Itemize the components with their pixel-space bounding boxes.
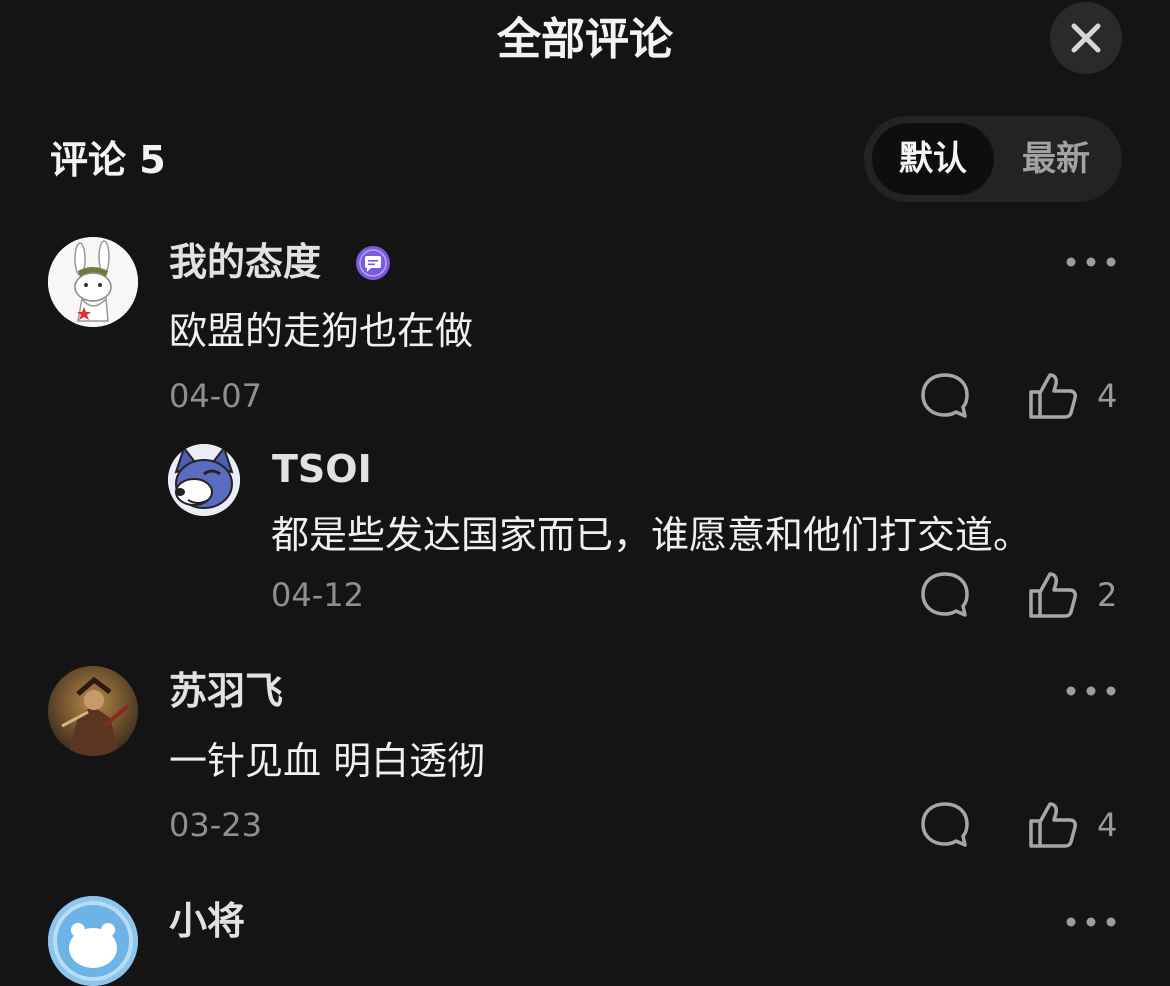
- reply-username[interactable]: TSOI: [272, 443, 372, 495]
- panel-title: 全部评论: [497, 14, 673, 65]
- sort-latest-button[interactable]: 最新: [1000, 123, 1112, 195]
- like-count: 4: [1097, 806, 1118, 844]
- comment-username[interactable]: 我的态度: [169, 236, 321, 288]
- avatar[interactable]: [48, 237, 138, 327]
- comment-username[interactable]: 小将: [169, 895, 245, 947]
- close-icon: [1071, 23, 1101, 53]
- warrior-avatar-icon: [48, 666, 138, 756]
- avatar[interactable]: [48, 896, 138, 986]
- comment-count-title: 评论 5: [50, 138, 166, 182]
- reply-date: 04-12: [271, 576, 364, 614]
- reply-icon[interactable]: [920, 371, 970, 421]
- comment-text: 欧盟的走狗也在做: [169, 309, 474, 353]
- comment-username[interactable]: 苏羽飞: [169, 665, 283, 717]
- like-icon[interactable]: [1028, 800, 1078, 850]
- comment-text: 一针见血 明白透彻: [169, 739, 486, 783]
- close-button[interactable]: [1050, 2, 1122, 74]
- more-options-icon[interactable]: [1064, 684, 1118, 698]
- like-icon[interactable]: [1028, 371, 1078, 421]
- like-icon[interactable]: [1028, 570, 1078, 620]
- reply-icon[interactable]: [920, 800, 970, 850]
- comment-date: 04-07: [169, 377, 262, 415]
- fox-avatar-icon: [168, 444, 240, 516]
- more-options-icon[interactable]: [1064, 255, 1118, 269]
- reply-icon[interactable]: [920, 570, 970, 620]
- like-count: 2: [1097, 576, 1118, 614]
- sort-toggle: 默认 最新: [864, 116, 1122, 202]
- more-options-icon[interactable]: [1064, 915, 1118, 929]
- like-count: 4: [1097, 377, 1118, 415]
- message-badge-icon: [356, 246, 390, 280]
- reply-avatar[interactable]: [168, 444, 240, 516]
- avatar[interactable]: [48, 666, 138, 756]
- bear-avatar-icon: [48, 896, 138, 986]
- comments-panel: 全部评论 评论 5 默认 最新 我的态度 欧盟的走狗也在做 04-07 4 TS…: [0, 0, 1170, 986]
- reply-text: 都是些发达国家而已，谁愿意和他们打交道。: [271, 513, 1032, 557]
- comment-date: 03-23: [169, 806, 262, 844]
- rabbit-avatar-icon: [48, 237, 138, 327]
- sort-default-button[interactable]: 默认: [872, 123, 994, 195]
